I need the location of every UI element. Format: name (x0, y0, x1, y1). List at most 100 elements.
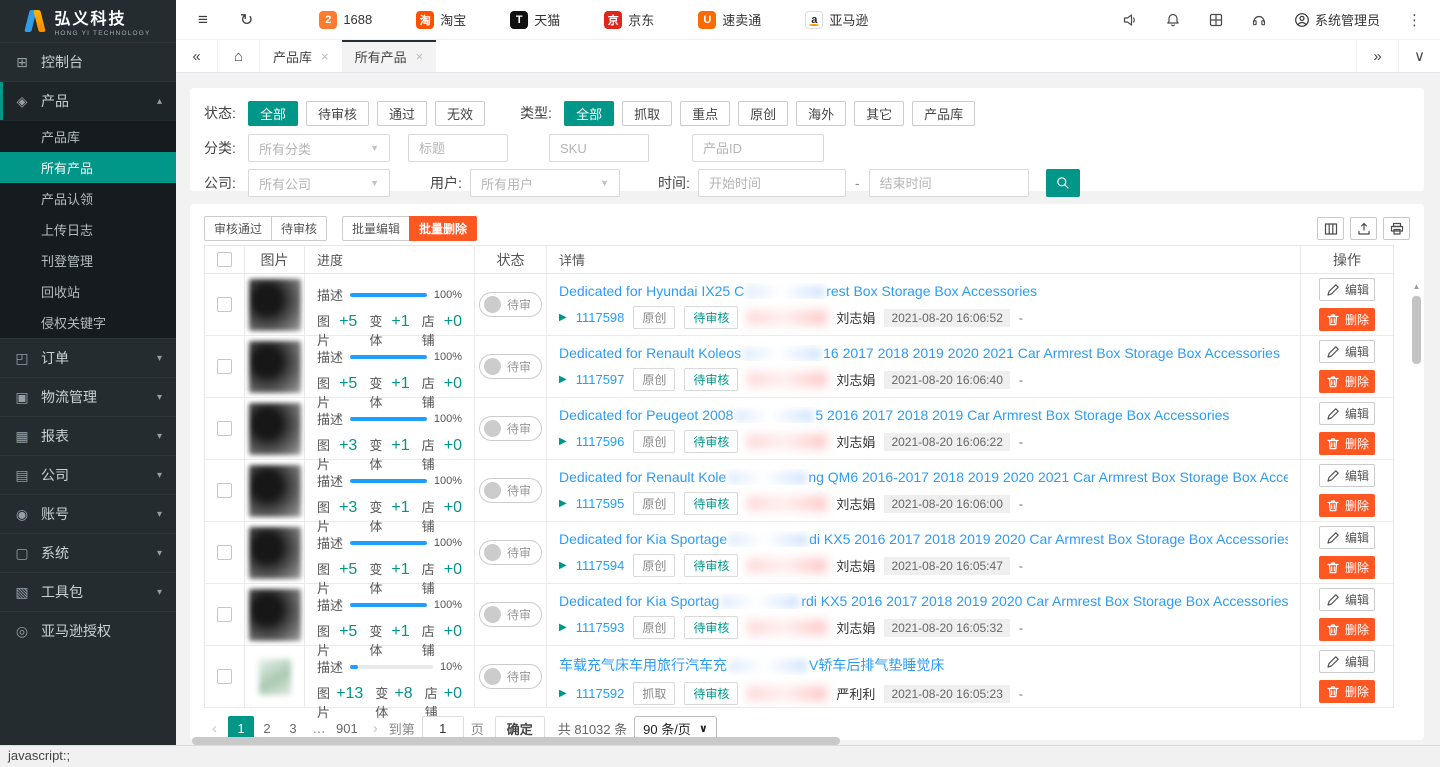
row-checkbox[interactable] (217, 359, 232, 374)
delete-button[interactable]: 删除 (1319, 618, 1375, 641)
row-checkbox[interactable] (217, 545, 232, 560)
user-menu[interactable]: 系统管理员 (1294, 10, 1380, 29)
title-input[interactable] (408, 134, 508, 162)
close-icon[interactable]: × (416, 49, 424, 64)
collapse-sidebar-icon[interactable]: ≡ (198, 10, 208, 30)
product-image[interactable] (249, 465, 301, 517)
play-icon[interactable]: ▶ (559, 622, 567, 633)
sidebar-subitem-upload-log[interactable]: 上传日志 (0, 214, 176, 245)
sku-input[interactable] (549, 134, 649, 162)
delete-button[interactable]: 删除 (1319, 370, 1375, 393)
product-id[interactable]: 1117595 (576, 496, 625, 511)
play-icon[interactable]: ▶ (559, 312, 567, 323)
pending-review-button[interactable]: 待审核 (271, 216, 327, 241)
product-id-input[interactable] (692, 134, 824, 162)
product-image[interactable] (249, 589, 301, 641)
sidebar-item-company[interactable]: ▤公司▾ (0, 455, 176, 494)
product-title-link[interactable]: 车载充气床车用旅行汽车充V轿车后排气垫睡觉床 (559, 655, 1288, 675)
status-filter-chip-3[interactable]: 无效 (435, 101, 485, 126)
tab-all-products[interactable]: 所有产品 × (342, 40, 437, 72)
product-title-link[interactable]: Dedicated for Kia Sportagedi KX5 2016 20… (559, 531, 1288, 547)
marketplace-aliexpress[interactable]: U速卖通 (698, 10, 761, 29)
edit-button[interactable]: 编辑 (1319, 588, 1375, 611)
status-filter-chip-2[interactable]: 通过 (377, 101, 427, 126)
support-headset-icon[interactable] (1251, 12, 1267, 28)
type-filter-chip-4[interactable]: 海外 (796, 101, 846, 126)
delete-button[interactable]: 删除 (1319, 494, 1375, 517)
prev-page-icon[interactable]: ‹ (208, 720, 221, 737)
marketplace-amazon[interactable]: a亚马逊 (805, 10, 868, 29)
batch-edit-button[interactable]: 批量编辑 (342, 216, 410, 241)
product-id[interactable]: 1117598 (576, 310, 625, 325)
horizontal-scrollbar-thumb[interactable] (192, 737, 840, 745)
announcement-icon[interactable] (1122, 12, 1138, 28)
play-icon[interactable]: ▶ (559, 436, 567, 447)
approve-button[interactable]: 审核通过 (204, 216, 272, 241)
marketplace-tmall[interactable]: T天猫 (510, 10, 560, 29)
tab-product-library[interactable]: 产品库 × (260, 40, 342, 72)
product-id[interactable]: 1117596 (576, 434, 625, 449)
product-id[interactable]: 1117597 (576, 372, 625, 387)
sidebar-item-logistics[interactable]: ▣物流管理▾ (0, 377, 176, 416)
tabs-scroll-left-icon[interactable]: « (176, 40, 218, 72)
sidebar-item-product[interactable]: ◈产品▴ (0, 81, 176, 120)
row-checkbox[interactable] (217, 421, 232, 436)
product-title-link[interactable]: Dedicated for Renault Koleng QM6 2016-20… (559, 469, 1288, 485)
close-icon[interactable]: × (321, 49, 329, 64)
category-select[interactable]: 所有分类 ▼ (248, 134, 390, 162)
sidebar-item-dashboard[interactable]: ⊞控制台 (0, 42, 176, 81)
tabs-scroll-right-icon[interactable]: » (1356, 40, 1398, 72)
product-id[interactable]: 1117594 (576, 558, 625, 573)
play-icon[interactable]: ▶ (559, 688, 567, 699)
edit-button[interactable]: 编辑 (1319, 340, 1375, 363)
refresh-icon[interactable]: ↻ (240, 10, 253, 30)
edit-button[interactable]: 编辑 (1319, 526, 1375, 549)
select-all-checkbox[interactable] (217, 252, 232, 267)
row-checkbox[interactable] (217, 483, 232, 498)
notification-bell-icon[interactable] (1165, 12, 1181, 28)
play-icon[interactable]: ▶ (559, 498, 567, 509)
scrollbar-thumb[interactable] (1412, 296, 1421, 364)
type-filter-chip-3[interactable]: 原创 (738, 101, 788, 126)
batch-delete-button[interactable]: 批量删除 (409, 216, 477, 241)
apps-grid-icon[interactable] (1208, 12, 1224, 28)
sidebar-item-toolkit[interactable]: ▧工具包▾ (0, 572, 176, 611)
print-icon[interactable] (1383, 217, 1410, 240)
company-select[interactable]: 所有公司 ▼ (248, 169, 390, 197)
sidebar-subitem-infringement-keywords[interactable]: 侵权关键字 (0, 307, 176, 338)
row-checkbox[interactable] (217, 607, 232, 622)
type-filter-chip-2[interactable]: 重点 (680, 101, 730, 126)
marketplace-1688[interactable]: 21688 (319, 11, 372, 29)
tabs-menu-icon[interactable]: ∨ (1398, 40, 1440, 72)
delete-button[interactable]: 删除 (1319, 308, 1375, 331)
sidebar-item-account[interactable]: ◉账号▾ (0, 494, 176, 533)
product-id[interactable]: 1117592 (576, 686, 625, 701)
sidebar-item-order[interactable]: ◰订单▾ (0, 338, 176, 377)
delete-button[interactable]: 删除 (1319, 680, 1375, 703)
sidebar-item-system[interactable]: ▢系统▾ (0, 533, 176, 572)
scroll-up-icon[interactable]: ▲ (1413, 282, 1421, 292)
sidebar-item-report[interactable]: ▦报表▾ (0, 416, 176, 455)
type-filter-chip-5[interactable]: 其它 (854, 101, 904, 126)
delete-button[interactable]: 删除 (1319, 432, 1375, 455)
search-button[interactable] (1046, 169, 1080, 197)
delete-button[interactable]: 删除 (1319, 556, 1375, 579)
sidebar-item-amazon-auth[interactable]: ◎亚马逊授权 (0, 611, 176, 650)
row-checkbox[interactable] (217, 669, 232, 684)
end-time-input[interactable] (869, 169, 1029, 197)
user-select[interactable]: 所有用户 ▼ (470, 169, 620, 197)
type-filter-chip-0[interactable]: 全部 (564, 101, 614, 126)
product-title-link[interactable]: Dedicated for Kia Sportagrdi KX5 2016 20… (559, 593, 1288, 609)
edit-button[interactable]: 编辑 (1319, 650, 1375, 673)
type-filter-chip-1[interactable]: 抓取 (622, 101, 672, 126)
product-image[interactable] (259, 659, 291, 695)
status-filter-chip-0[interactable]: 全部 (248, 101, 298, 126)
product-title-link[interactable]: Dedicated for Hyundai IX25 Crest Box Sto… (559, 283, 1288, 299)
sidebar-subitem-all-products[interactable]: 所有产品 (0, 152, 176, 183)
row-checkbox[interactable] (217, 297, 232, 312)
sidebar-subitem-listing-management[interactable]: 刊登管理 (0, 245, 176, 276)
type-filter-chip-6[interactable]: 产品库 (912, 101, 975, 126)
marketplace-taobao[interactable]: 淘淘宝 (416, 10, 466, 29)
column-settings-icon[interactable] (1317, 217, 1344, 240)
export-icon[interactable] (1350, 217, 1377, 240)
